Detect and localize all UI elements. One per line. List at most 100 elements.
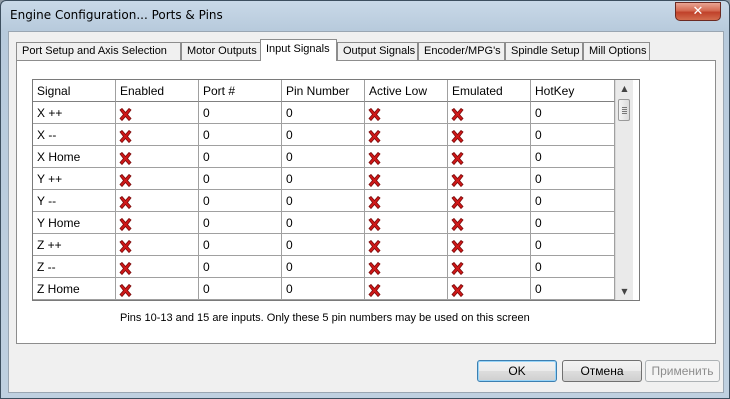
red-x-icon[interactable] [368, 216, 381, 232]
cell-active-low[interactable] [365, 278, 448, 300]
table-row[interactable]: Z ++ 0 0 0 [33, 234, 615, 256]
cell-emulated[interactable] [448, 124, 531, 146]
table-row[interactable]: X Home 0 0 0 [33, 146, 615, 168]
cell-port[interactable]: 0 [199, 124, 282, 146]
tab-spindle-setup[interactable]: Spindle Setup [505, 42, 583, 60]
column-header-port[interactable]: Port # [199, 80, 282, 102]
cell-pin-number[interactable]: 0 [282, 190, 365, 212]
cell-enabled[interactable] [116, 168, 199, 190]
ok-button[interactable]: OK [477, 360, 557, 382]
cell-signal[interactable]: Y ++ [33, 168, 116, 190]
red-x-icon[interactable] [368, 282, 381, 298]
cell-hotkey[interactable]: 0 [531, 234, 615, 256]
red-x-icon[interactable] [119, 172, 132, 188]
red-x-icon[interactable] [368, 150, 381, 166]
cell-signal[interactable]: Y -- [33, 190, 116, 212]
cell-signal[interactable]: X Home [33, 146, 116, 168]
red-x-icon[interactable] [119, 282, 132, 298]
cell-emulated[interactable] [448, 278, 531, 300]
table-row[interactable]: Y Home 0 0 0 [33, 212, 615, 234]
cell-signal[interactable]: Z ++ [33, 234, 116, 256]
column-header-signal[interactable]: Signal [33, 80, 116, 102]
red-x-icon[interactable] [451, 282, 464, 298]
cell-pin-number[interactable]: 0 [282, 234, 365, 256]
cell-hotkey[interactable]: 0 [531, 256, 615, 278]
cell-hotkey[interactable]: 0 [531, 146, 615, 168]
column-header-pin-number[interactable]: Pin Number [282, 80, 365, 102]
cell-pin-number[interactable]: 0 [282, 124, 365, 146]
cell-signal[interactable]: Y Home [33, 212, 116, 234]
tab-input-signals[interactable]: Input Signals [260, 39, 337, 61]
tab-output-signals[interactable]: Output Signals [337, 42, 418, 60]
red-x-icon[interactable] [119, 216, 132, 232]
red-x-icon[interactable] [119, 260, 132, 276]
red-x-icon[interactable] [451, 172, 464, 188]
red-x-icon[interactable] [368, 106, 381, 122]
cell-active-low[interactable] [365, 146, 448, 168]
red-x-icon[interactable] [368, 238, 381, 254]
red-x-icon[interactable] [368, 260, 381, 276]
tab-port-setup[interactable]: Port Setup and Axis Selection [16, 42, 181, 60]
cell-port[interactable]: 0 [199, 102, 282, 124]
column-header-hotkey[interactable]: HotKey [531, 80, 615, 102]
table-row[interactable]: Z -- 0 0 0 [33, 256, 615, 278]
red-x-icon[interactable] [368, 128, 381, 144]
cell-pin-number[interactable]: 0 [282, 168, 365, 190]
red-x-icon[interactable] [451, 260, 464, 276]
cell-signal[interactable]: X -- [33, 124, 116, 146]
cell-emulated[interactable] [448, 168, 531, 190]
cell-emulated[interactable] [448, 146, 531, 168]
table-row[interactable]: Y ++ 0 0 0 [33, 168, 615, 190]
cell-enabled[interactable] [116, 146, 199, 168]
cell-port[interactable]: 0 [199, 212, 282, 234]
title-bar[interactable]: Engine Configuration... Ports & Pins ✕ [1, 1, 729, 33]
cell-active-low[interactable] [365, 190, 448, 212]
cell-hotkey[interactable]: 0 [531, 102, 615, 124]
column-header-emulated[interactable]: Emulated [448, 80, 531, 102]
scroll-thumb[interactable] [618, 99, 630, 121]
input-signals-grid[interactable]: Signal Enabled Port # Pin Number Active … [32, 79, 640, 301]
cell-active-low[interactable] [365, 212, 448, 234]
red-x-icon[interactable] [451, 150, 464, 166]
scroll-up-arrow-icon[interactable]: ▲ [616, 80, 633, 97]
cell-port[interactable]: 0 [199, 146, 282, 168]
table-row[interactable]: Z Home 0 0 0 [33, 278, 615, 300]
table-row[interactable]: X -- 0 0 0 [33, 124, 615, 146]
apply-button[interactable]: Применить [645, 360, 720, 382]
cell-pin-number[interactable]: 0 [282, 278, 365, 300]
tab-encoder-mpgs[interactable]: Encoder/MPG's [418, 42, 505, 60]
cell-port[interactable]: 0 [199, 168, 282, 190]
cell-signal[interactable]: Z -- [33, 256, 116, 278]
table-row[interactable]: Y -- 0 0 0 [33, 190, 615, 212]
column-header-enabled[interactable]: Enabled [116, 80, 199, 102]
column-header-active-low[interactable]: Active Low [365, 80, 448, 102]
red-x-icon[interactable] [451, 106, 464, 122]
cell-active-low[interactable] [365, 102, 448, 124]
cell-emulated[interactable] [448, 102, 531, 124]
red-x-icon[interactable] [451, 216, 464, 232]
cell-enabled[interactable] [116, 212, 199, 234]
cell-emulated[interactable] [448, 256, 531, 278]
red-x-icon[interactable] [119, 106, 132, 122]
cell-port[interactable]: 0 [199, 256, 282, 278]
cell-pin-number[interactable]: 0 [282, 146, 365, 168]
cell-enabled[interactable] [116, 102, 199, 124]
cell-active-low[interactable] [365, 124, 448, 146]
red-x-icon[interactable] [119, 150, 132, 166]
cell-emulated[interactable] [448, 212, 531, 234]
cell-active-low[interactable] [365, 168, 448, 190]
cancel-button[interactable]: Отмена [562, 360, 642, 382]
red-x-icon[interactable] [368, 172, 381, 188]
cell-enabled[interactable] [116, 256, 199, 278]
cell-port[interactable]: 0 [199, 190, 282, 212]
cell-port[interactable]: 0 [199, 278, 282, 300]
cell-hotkey[interactable]: 0 [531, 168, 615, 190]
scroll-down-arrow-icon[interactable]: ▼ [616, 283, 633, 300]
cell-hotkey[interactable]: 0 [531, 278, 615, 300]
cell-pin-number[interactable]: 0 [282, 256, 365, 278]
red-x-icon[interactable] [451, 128, 464, 144]
cell-emulated[interactable] [448, 234, 531, 256]
red-x-icon[interactable] [119, 128, 132, 144]
tab-mill-options[interactable]: Mill Options [583, 42, 650, 60]
cell-pin-number[interactable]: 0 [282, 212, 365, 234]
